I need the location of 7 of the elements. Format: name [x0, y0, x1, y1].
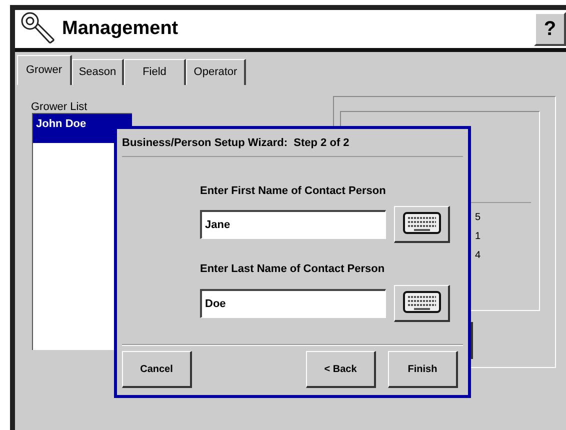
window-title: Management	[62, 16, 178, 41]
field-label: Enter Last Name of Contact Person	[200, 262, 386, 277]
value-text: 5	[475, 212, 481, 224]
list-label: Grower List	[31, 100, 88, 115]
value-text: 4	[475, 250, 481, 262]
field-label: Enter First Name of Contact Person	[200, 184, 387, 198]
value-text: 1	[475, 231, 481, 243]
